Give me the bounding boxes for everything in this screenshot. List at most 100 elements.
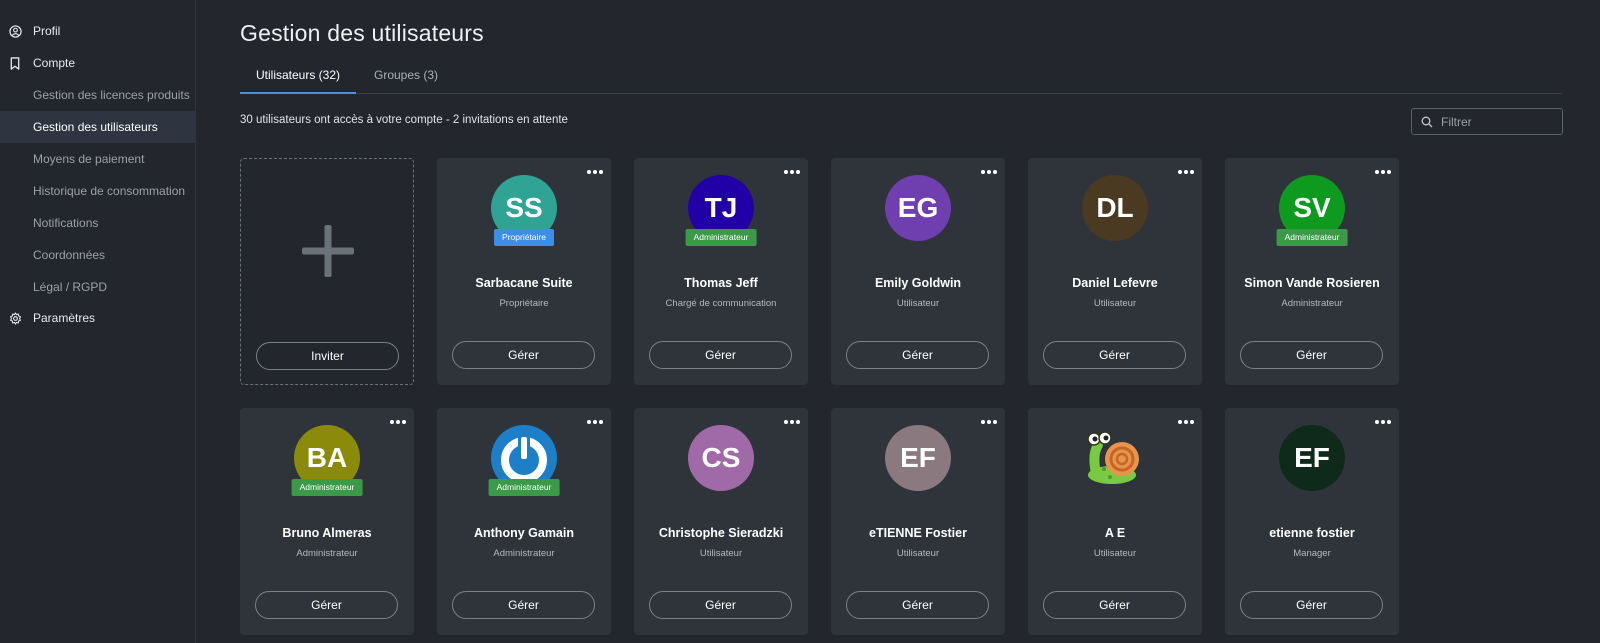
tab-utilisateurs[interactable]: Utilisateurs (32) <box>240 60 356 94</box>
user-name: Christophe Sieradzki <box>658 526 784 540</box>
user-name: eTIENNE Fostier <box>869 526 967 540</box>
user-role: Utilisateur <box>1093 548 1137 559</box>
more-options-icon[interactable] <box>784 168 800 176</box>
manage-button[interactable]: Gérer <box>255 591 398 619</box>
role-badge: Administrateur <box>1276 229 1348 246</box>
more-options-icon[interactable] <box>390 418 406 426</box>
filter-input[interactable] <box>1441 114 1561 129</box>
user-role: Utilisateur <box>699 548 743 559</box>
user-name: A E <box>1104 526 1126 540</box>
manage-button[interactable]: Gérer <box>649 341 792 369</box>
sidebar-item-parametres[interactable]: Paramètres <box>0 302 196 334</box>
sidebar-item-label: Gestion des licences produits <box>33 88 190 102</box>
user-role: Chargé de communication <box>665 298 777 309</box>
avatar: DL <box>1082 175 1148 241</box>
user-card: SS Propriétaire Sarbacane Suite Propriétair… <box>437 158 611 385</box>
sidebar-subitem[interactable]: Historique de consommation <box>0 175 196 207</box>
more-options-icon[interactable] <box>981 168 997 176</box>
user-name: etienne fostier <box>1269 526 1355 540</box>
more-options-icon[interactable] <box>784 418 800 426</box>
sidebar-item-label: Compte <box>33 56 76 70</box>
user-circle-icon <box>8 24 22 38</box>
more-options-icon[interactable] <box>1178 168 1194 176</box>
sidebar: Profil Compte Gestion des licences produ… <box>0 0 196 643</box>
sidebar-item-label: Coordonnées <box>33 248 106 262</box>
user-card: BA Administrateur Bruno Almeras Administrat… <box>240 408 414 635</box>
manage-button[interactable]: Gérer <box>1043 341 1186 369</box>
user-role: Administrateur <box>1281 298 1343 309</box>
user-role: Administrateur <box>296 548 358 559</box>
plus-icon <box>302 225 354 277</box>
avatar: EG <box>885 175 951 241</box>
manage-button[interactable]: Gérer <box>846 341 989 369</box>
sidebar-subitem[interactable]: Moyens de paiement <box>0 143 196 175</box>
user-name: Daniel Lefevre <box>1072 276 1158 290</box>
sidebar-item-label: Légal / RGPD <box>33 280 108 294</box>
user-role: Administrateur <box>493 548 555 559</box>
sidebar-item-label: Profil <box>33 24 61 38</box>
user-role: Propriétaire <box>499 298 549 309</box>
role-badge: Administrateur <box>291 479 363 496</box>
manage-button[interactable]: Gérer <box>1240 341 1383 369</box>
sidebar-subitem[interactable]: Notifications <box>0 207 196 239</box>
avatar: EF <box>1279 425 1345 491</box>
sidebar-item-label: Notifications <box>33 216 99 230</box>
sidebar-item-label: Historique de consommation <box>33 184 186 198</box>
avatar: EF <box>885 425 951 491</box>
snail-icon <box>1082 425 1148 491</box>
sidebar-subitem[interactable]: Coordonnées <box>0 239 196 271</box>
user-name: Simon Vande Rosieren <box>1244 276 1380 290</box>
user-card: EG Emily Goldwin Utilisateur Gérer <box>831 158 1005 385</box>
manage-button[interactable]: Gérer <box>846 591 989 619</box>
user-card: DL Daniel Lefevre Utilisateur Gérer <box>1028 158 1202 385</box>
bookmark-icon <box>8 56 22 70</box>
invite-card[interactable]: Inviter <box>240 158 414 385</box>
users-summary: 30 utilisateurs ont accès à votre compte… <box>240 114 568 126</box>
tab-groupes[interactable]: Groupes (3) <box>366 60 446 94</box>
more-options-icon[interactable] <box>1375 168 1391 176</box>
user-card: CS Christophe Sieradzki Utilisateur Gérer <box>634 408 808 635</box>
sidebar-subitem[interactable]: Gestion des licences produits <box>0 79 196 111</box>
manage-button[interactable]: Gérer <box>452 341 595 369</box>
user-card: TJ Administrateur Thomas Jeff Chargé de com… <box>634 158 808 385</box>
user-card: A E Utilisateur Gérer <box>1028 408 1202 635</box>
more-options-icon[interactable] <box>1178 418 1194 426</box>
user-role: Utilisateur <box>1093 298 1137 309</box>
sidebar-item-label: Moyens de paiement <box>33 152 145 166</box>
user-role: Manager <box>1293 548 1331 559</box>
avatar: CS <box>688 425 754 491</box>
tab-bar: Utilisateurs (32) Groupes (3) <box>240 60 1562 94</box>
role-badge: Administrateur <box>685 229 757 246</box>
role-badge: Administrateur <box>488 479 560 496</box>
more-options-icon[interactable] <box>587 168 603 176</box>
sidebar-item-label: Gestion des utilisateurs <box>33 120 158 134</box>
filter-field[interactable] <box>1411 108 1563 135</box>
manage-button[interactable]: Gérer <box>1043 591 1186 619</box>
sidebar-item-profil[interactable]: Profil <box>0 15 196 47</box>
sidebar-subitem[interactable]: Légal / RGPD <box>0 271 196 303</box>
user-name: Sarbacane Suite <box>475 276 573 290</box>
page-title: Gestion des utilisateurs <box>240 20 484 46</box>
more-options-icon[interactable] <box>587 418 603 426</box>
sidebar-subitem[interactable]: Gestion des utilisateurs <box>0 111 196 143</box>
user-name: Emily Goldwin <box>874 276 962 290</box>
more-options-icon[interactable] <box>981 418 997 426</box>
sidebar-item-compte[interactable]: Compte <box>0 47 196 79</box>
manage-button[interactable]: Gérer <box>649 591 792 619</box>
sidebar-item-label: Paramètres <box>33 311 96 325</box>
user-name: Thomas Jeff <box>684 276 758 290</box>
user-card: EF etienne fostier Manager Gérer <box>1225 408 1399 635</box>
user-card: EF eTIENNE Fostier Utilisateur Gérer <box>831 408 1005 635</box>
user-role: Utilisateur <box>896 298 940 309</box>
user-card: SV Administrateur Simon Vande Rosieren Admi… <box>1225 158 1399 385</box>
user-role: Utilisateur <box>896 548 940 559</box>
user-card: Administrateur Anthony Gamain Administrate… <box>437 408 611 635</box>
manage-button[interactable]: Gérer <box>1240 591 1383 619</box>
role-badge: Propriétaire <box>494 229 554 246</box>
user-name: Anthony Gamain <box>473 526 574 540</box>
more-options-icon[interactable] <box>1375 418 1391 426</box>
user-name: Bruno Almeras <box>282 526 372 540</box>
gear-icon <box>8 311 22 325</box>
manage-button[interactable]: Gérer <box>452 591 595 619</box>
invite-button[interactable]: Inviter <box>256 342 399 370</box>
